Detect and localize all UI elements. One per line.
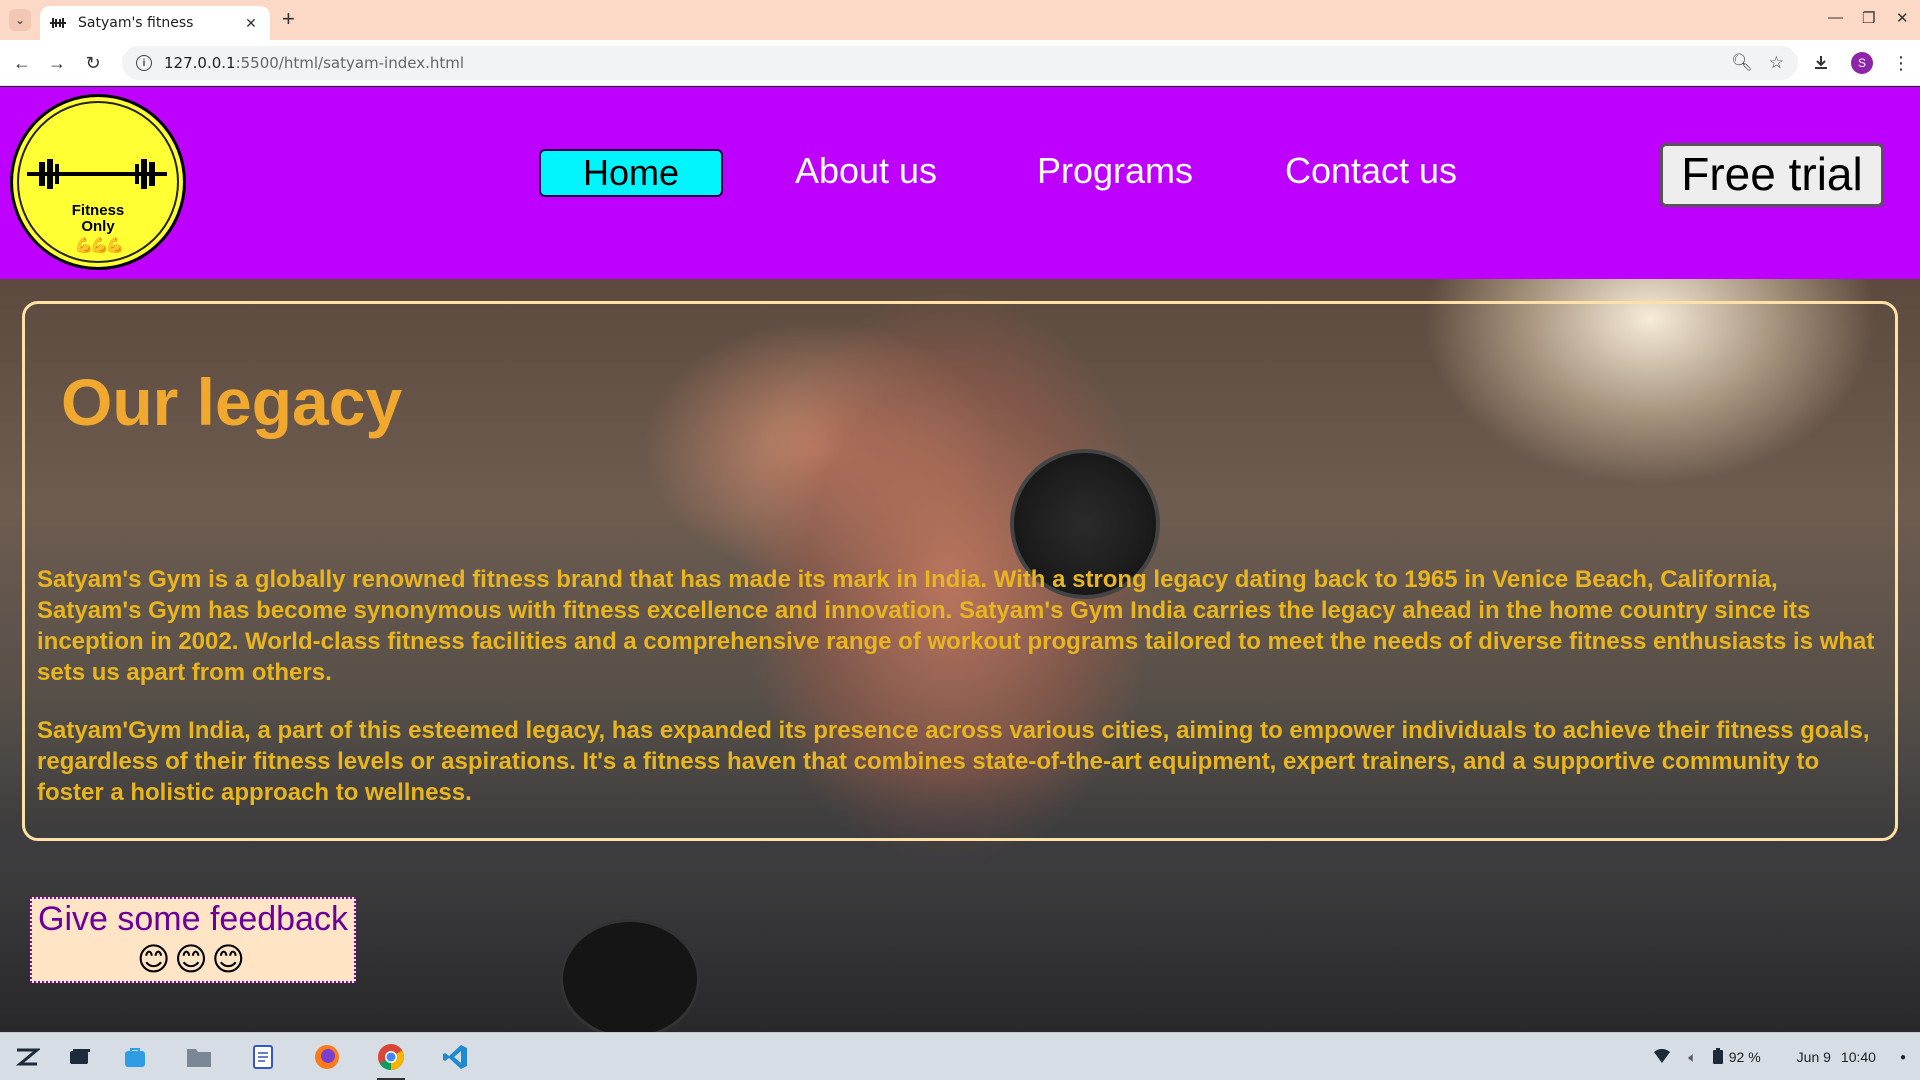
site-header: Fitness Only 💪💪💪 Home About us Programs … bbox=[0, 87, 1920, 279]
volume-icon[interactable]: 🔈︎ bbox=[1688, 1049, 1696, 1066]
browser-tab[interactable]: Satyam's fitness ✕ bbox=[40, 6, 270, 40]
window-switcher-icon[interactable] bbox=[63, 1041, 97, 1073]
close-window-icon[interactable]: ✕ bbox=[1896, 9, 1909, 27]
clock: 10:40 bbox=[1840, 1049, 1876, 1065]
os-taskbar: 🔈︎ 92 % Jun 9 10:40 ● bbox=[0, 1032, 1920, 1080]
forward-arrow-icon[interactable]: → bbox=[44, 50, 70, 76]
nav-contact-us[interactable]: Contact us bbox=[1278, 149, 1464, 197]
wifi-icon[interactable] bbox=[1654, 1048, 1671, 1066]
dumbbell-favicon-icon bbox=[50, 16, 68, 30]
restore-icon[interactable]: ❐ bbox=[1862, 9, 1875, 27]
site-info-icon[interactable]: i bbox=[136, 55, 152, 71]
reload-icon[interactable]: ↻ bbox=[80, 50, 106, 76]
download-icon[interactable] bbox=[1812, 50, 1830, 76]
firefox-icon[interactable] bbox=[310, 1041, 344, 1073]
text-editor-icon[interactable] bbox=[246, 1041, 280, 1073]
battery-percent: 92 % bbox=[1728, 1049, 1761, 1065]
legacy-title: Our legacy bbox=[61, 365, 403, 439]
vscode-icon[interactable] bbox=[438, 1041, 472, 1073]
flexed-biceps-icon: 💪💪💪 bbox=[74, 237, 124, 254]
legacy-section: Our legacy Satyam's Gym is a globally re… bbox=[22, 301, 1898, 841]
free-trial-button[interactable]: Free trial bbox=[1660, 143, 1884, 207]
nav-programs[interactable]: Programs bbox=[1030, 149, 1200, 197]
legacy-paragraph-2: Satyam'Gym India, a part of this esteeme… bbox=[37, 717, 1870, 806]
file-manager-icon[interactable] bbox=[182, 1041, 216, 1073]
zoom-icon[interactable]: 🔍︎ bbox=[1731, 53, 1753, 73]
notification-dot-icon[interactable]: ● bbox=[1900, 1052, 1906, 1063]
tab-search-chevron-icon[interactable]: ⌄ bbox=[9, 9, 31, 31]
hero-dumbbell-image-lower bbox=[560, 919, 700, 1033]
logo-line1: Fitness bbox=[71, 202, 125, 219]
chrome-icon[interactable] bbox=[374, 1041, 408, 1080]
nav-about-us[interactable]: About us bbox=[780, 149, 952, 197]
minimize-icon[interactable]: — bbox=[1828, 9, 1843, 26]
barbell-icon bbox=[27, 159, 167, 189]
profile-initial: S bbox=[1851, 52, 1873, 74]
battery-icon[interactable] bbox=[1712, 1047, 1723, 1067]
logo-text: Fitness Only bbox=[13, 203, 183, 235]
browser-tab-bar: ⌄ Satyam's fitness ✕ + — ❐ ✕ bbox=[0, 0, 1920, 40]
url-host: 127.0.0.1 bbox=[164, 54, 236, 72]
legacy-paragraph-1: Satyam's Gym is a globally renowned fitn… bbox=[37, 566, 1875, 686]
address-bar[interactable]: i 127.0.0.1:5500/html/satyam-index.html … bbox=[122, 46, 1798, 80]
browser-toolbar: ← → ↻ i 127.0.0.1:5500/html/satyam-index… bbox=[0, 40, 1920, 86]
smiley-icons: 😊😊😊 bbox=[136, 941, 250, 977]
url-path: :5500/html/satyam-index.html bbox=[235, 54, 465, 72]
profile-avatar[interactable]: S bbox=[1851, 50, 1873, 76]
bookmark-star-icon[interactable]: ☆ bbox=[1769, 53, 1784, 73]
web-page: Fitness Only 💪💪💪 Home About us Programs … bbox=[0, 87, 1920, 1033]
launcher-icon[interactable] bbox=[10, 1041, 44, 1073]
close-tab-icon[interactable]: ✕ bbox=[242, 15, 260, 32]
nav-home[interactable]: Home bbox=[539, 149, 723, 197]
new-tab-button[interactable]: + bbox=[282, 8, 295, 30]
feedback-text: Give some feedback bbox=[38, 900, 348, 938]
software-store-icon[interactable] bbox=[118, 1041, 152, 1073]
tab-title: Satyam's fitness bbox=[78, 15, 194, 31]
browser-menu-icon[interactable]: ⋮ bbox=[1892, 50, 1910, 76]
logo[interactable]: Fitness Only 💪💪💪 bbox=[10, 94, 186, 270]
back-arrow-icon[interactable]: ← bbox=[9, 50, 35, 76]
system-tray[interactable]: 🔈︎ 92 % Jun 9 10:40 ● bbox=[1654, 1033, 1920, 1080]
feedback-button[interactable]: Give some feedback 😊😊😊 bbox=[30, 897, 356, 983]
logo-line2: Only bbox=[81, 218, 115, 235]
date: Jun 9 bbox=[1796, 1049, 1831, 1065]
